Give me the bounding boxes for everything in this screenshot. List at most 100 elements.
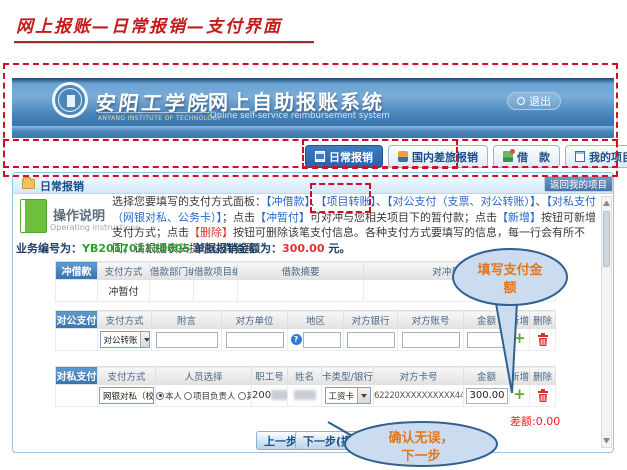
card-type-select[interactable]: 工资卡	[325, 387, 371, 404]
personal-pay-method-select[interactable]: 网银对私（校内）	[99, 387, 154, 404]
business-number-line: 业务编号为：YB201701130005 单据报销金额为：300.00 元。	[16, 240, 350, 256]
tab-label: 日常报销	[329, 149, 373, 165]
column-header: 支付方式	[98, 262, 150, 280]
dropdown-arrow-icon	[357, 388, 370, 403]
payee-unit-input[interactable]	[226, 332, 284, 348]
tab-label: 国内差旅报销	[412, 149, 478, 165]
payee-account-cell	[398, 329, 464, 351]
empty-cell	[238, 280, 364, 302]
scroll-up-icon[interactable]	[603, 201, 610, 206]
payee-account-input[interactable]	[402, 332, 460, 348]
redacted-employee-id	[271, 390, 287, 400]
offset-loan-table: 冲借款 支付方式 借款部门编号 借款项目编号 借款摘要 对冲号 冲暂付	[55, 261, 556, 302]
employee-id-cell: 200	[252, 385, 288, 407]
delete-row-icon[interactable]	[537, 333, 549, 347]
instr-term-project-transfer: 【项目转账】	[321, 195, 376, 208]
name-cell	[288, 385, 322, 407]
pay-method-cell: 冲暂付	[98, 280, 150, 302]
add-row-icon[interactable]: +	[513, 385, 526, 403]
delete-row-icon[interactable]	[537, 389, 549, 403]
tab-daily-reimburse[interactable]: 日常报销	[305, 145, 383, 168]
corporate-pay-table: 对公支付 支付方式 附言 对方单位 地区 对方银行 对方账号 金额 新增 删除 …	[55, 310, 556, 351]
instr-text: ；点击	[222, 211, 255, 224]
instr-term-offset-temp: 【冲暂付】	[255, 211, 310, 224]
column-header: 职工号	[252, 367, 288, 385]
instr-term-add: 【新增】	[497, 211, 541, 224]
add-row-icon[interactable]: +	[513, 329, 526, 347]
column-header: 删除	[530, 311, 556, 329]
folder-icon	[22, 179, 35, 189]
delete-row-icon[interactable]	[537, 284, 549, 298]
column-header: 借款摘要	[238, 262, 364, 280]
radio-project-leader[interactable]	[184, 392, 192, 400]
column-header: 借款部门编号	[150, 262, 194, 280]
empty-cell	[56, 385, 98, 407]
return-my-projects-button[interactable]: 返回我的项目	[544, 176, 613, 192]
region-input[interactable]	[303, 332, 341, 348]
payee-bank-input[interactable]	[347, 332, 395, 348]
table-row: 网银对私（校内） 本人项目负责人其他人 200 工资卡 62220XXXXXXX…	[56, 385, 556, 407]
radio-other-label: 其他人	[247, 392, 252, 402]
person-select-cell: 本人项目负责人其他人	[156, 385, 252, 407]
payee-bank-cell	[344, 329, 398, 351]
card-type-cell: 工资卡	[322, 385, 374, 407]
column-header: 对方卡号	[374, 367, 464, 385]
column-header: 金额	[464, 367, 510, 385]
memo-cell	[152, 329, 222, 351]
next-step-submit-button[interactable]: 下一步(提交)	[295, 431, 376, 450]
amount-cell: 300.00	[464, 385, 510, 407]
business-number: YB201701130005	[82, 242, 190, 255]
instr-term-delete: 【删除】	[189, 226, 233, 239]
column-header: 新增	[510, 311, 530, 329]
tab-domestic-travel[interactable]: 国内差旅报销	[388, 145, 488, 168]
radio-self-label: 本人	[165, 392, 182, 402]
card-number-value: 62220XXXXXXXXXX44664	[374, 391, 464, 401]
business-amount: 300.00	[282, 242, 324, 255]
card-number-cell: 62220XXXXXXXXXX44664	[374, 385, 464, 407]
empty-cell	[56, 329, 98, 351]
column-header: 附言	[152, 311, 222, 329]
system-subtitle: Online self-service reimbursement system	[210, 111, 390, 121]
tab-label: 借 款	[517, 149, 550, 165]
university-name-en: ANYANG INSTITUTE OF TECHNOLOGY	[98, 112, 210, 122]
instr-text: 、	[536, 195, 547, 208]
scroll-down-icon[interactable]	[603, 438, 610, 443]
logout-icon	[517, 97, 525, 105]
dropdown-arrow-icon	[140, 332, 150, 347]
logout-button[interactable]: 退出	[507, 92, 561, 110]
tab-my-projects[interactable]: 我的项目	[565, 145, 627, 168]
column-header: 姓名	[288, 367, 322, 385]
employee-id-value: 200	[252, 390, 271, 401]
column-header: 删除	[530, 367, 556, 385]
column-header: 对方银行	[344, 311, 398, 329]
personal-pay-panel-label: 对私支付	[56, 367, 98, 385]
vertical-scrollbar[interactable]	[601, 196, 612, 448]
corporate-pay-method-select[interactable]: 对公转账	[100, 331, 150, 348]
column-header	[530, 262, 556, 280]
corporate-amount-input[interactable]	[467, 332, 507, 348]
region-cell: ?	[288, 329, 344, 351]
page-title: 网上报账—日常报销—支付界面	[16, 12, 282, 37]
title-underline	[14, 41, 314, 44]
memo-input[interactable]	[156, 332, 218, 348]
tab-label: 我的项目	[589, 149, 627, 165]
travel-icon	[398, 151, 408, 162]
breadcrumb: 日常报销	[40, 178, 84, 194]
scroll-thumb[interactable]	[603, 211, 610, 267]
personal-amount-input[interactable]: 300.00	[466, 388, 508, 404]
business-label: 单据报销金额为：	[190, 242, 282, 255]
radio-other[interactable]	[238, 392, 246, 400]
instr-text: 、	[310, 195, 321, 208]
daily-reimburse-icon	[315, 151, 325, 162]
tab-loan[interactable]: 借 款	[493, 145, 560, 168]
amount-cell	[464, 329, 510, 351]
instructions-book-icon	[20, 199, 47, 233]
instr-text: 、	[376, 195, 387, 208]
select-value: 网银对私（校内）	[103, 390, 154, 402]
radio-self[interactable]	[156, 392, 164, 400]
select-value: 工资卡	[329, 390, 355, 402]
add-cell: +	[510, 385, 530, 407]
help-icon[interactable]: ?	[291, 334, 302, 345]
select-value: 对公转账	[104, 334, 138, 346]
pay-method-cell: 对公转账	[98, 329, 152, 351]
